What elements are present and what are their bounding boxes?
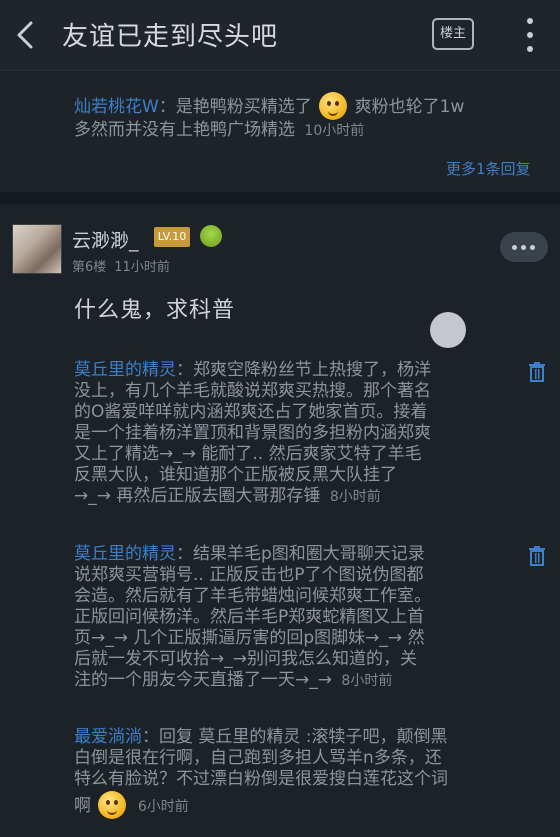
reply-item[interactable]: 莫丘里的精灵：结果羊毛p图和圈大哥聊天记录 说郑爽买营销号.. 正版反击也P了个… (74, 544, 552, 692)
reply-text: 的O酱爱咩咩就内涵郑爽还占了她家首页。接着 (74, 402, 428, 422)
reply-text: 正版回问候杨洋。然后羊毛P郑爽蛇精图又上首 (74, 607, 425, 627)
delete-icon[interactable] (528, 546, 546, 566)
owner-only-button[interactable]: 楼主 (432, 18, 474, 50)
reply-text: →_→ 再然后正版去圈大哥那存锤 (74, 486, 321, 506)
reply-text: ：是艳鸭粉买精选了 (158, 97, 312, 117)
reply-item[interactable]: 莫丘里的精灵：郑爽空降粉丝节上热搜了，杨洋 没上，有几个羊毛就酸说郑爽买热搜。那… (74, 360, 552, 508)
reply-time: 8小时前 (329, 489, 381, 505)
reply-author[interactable]: 莫丘里的精灵 (74, 544, 176, 564)
reply-text: 注的一个朋友今天直播了一天→_→ (74, 670, 332, 690)
smile-emoji-icon (319, 92, 348, 120)
reply-text: 反黑大队，谁知道那个正版被反黑大队挂了 (74, 465, 397, 485)
more-replies-link[interactable]: 更多1条回复 (446, 158, 531, 179)
reply-text: 又上了精选→_→ 能耐了.. 然后爽家艾特了羊毛 (74, 444, 422, 464)
reply-text: ：结果羊毛p图和圈大哥聊天记录 (176, 544, 425, 564)
reply-item[interactable]: 最爱淌淌：回复 莫丘里的精灵 :滚犊子吧，颠倒黑 白倒是很在行啊，自己跑到多担人… (74, 727, 552, 822)
reply-text: 是一个挂着杨洋置顶和背景图的多担粉内涵郑爽 (74, 423, 431, 443)
post-time: 11小时前 (114, 260, 170, 275)
reply-text: 特么有脸说？不过漂白粉倒是很爱搜白莲花这个词 (74, 769, 448, 789)
reply-text: 会造。然后就有了羊毛带蜡烛问候郑爽工作室。 (74, 586, 431, 606)
page-title: 友谊已走到尽头吧 (62, 22, 279, 52)
reply-text: 啊 (74, 796, 91, 816)
post-menu-button[interactable] (500, 232, 548, 262)
reply-text: 白倒是很在行啊，自己跑到多担人骂羊n多条，还 (74, 748, 442, 768)
post-meta: 第6楼 11小时前 (72, 256, 178, 275)
reply-text: 页→_→ 几个正版撕逼厉害的回p图脚妹→_→ 然 (74, 628, 425, 648)
reply-author[interactable]: 莫丘里的精灵 (74, 360, 176, 380)
reply-time: 10小时前 (304, 123, 365, 139)
reply-author[interactable]: 最爱淌淌 (74, 727, 142, 747)
reply-item[interactable]: 灿若桃花W：是艳鸭粉买精选了 爽粉也轮了1w 多然而并没有上艳鸭广场精选 10小… (74, 92, 552, 142)
reply-text: ：郑爽空降粉丝节上热搜了，杨洋 (176, 360, 431, 380)
floating-scroll-button[interactable] (430, 312, 466, 348)
back-arrow-icon[interactable] (10, 18, 44, 52)
level-badge: LV.10 (154, 227, 190, 247)
member-badge-icon (200, 225, 222, 247)
username[interactable]: 云渺渺_ (72, 226, 139, 253)
post-content: 什么鬼，求科普 (74, 298, 236, 323)
laughing-emoji-icon (98, 791, 127, 819)
reply-text: 没上，有几个羊毛就酸说郑爽买热搜。那个著名 (74, 381, 431, 401)
delete-icon[interactable] (528, 362, 546, 382)
reply-text: ：回复 莫丘里的精灵 :滚犊子吧，颠倒黑 (142, 727, 448, 747)
reply-text: 多然而并没有上艳鸭广场精选 (74, 120, 295, 140)
reply-text: 说郑爽买营销号.. 正版反击也P了个图说伪图都 (74, 565, 424, 585)
avatar[interactable] (12, 224, 62, 274)
top-bar: 友谊已走到尽头吧 楼主 (0, 0, 560, 71)
reply-author[interactable]: 灿若桃花W (74, 97, 159, 117)
floor-number: 第6楼 (72, 260, 107, 275)
reply-time: 8小时前 (341, 673, 393, 689)
reply-time: 6小时前 (137, 799, 189, 815)
more-options-icon[interactable] (520, 16, 540, 54)
floor-divider (0, 192, 560, 204)
reply-text: 后就一发不可收拾→_→别问我怎么知道的，关 (74, 649, 417, 669)
reply-text: 爽粉也轮了1w (354, 97, 465, 117)
